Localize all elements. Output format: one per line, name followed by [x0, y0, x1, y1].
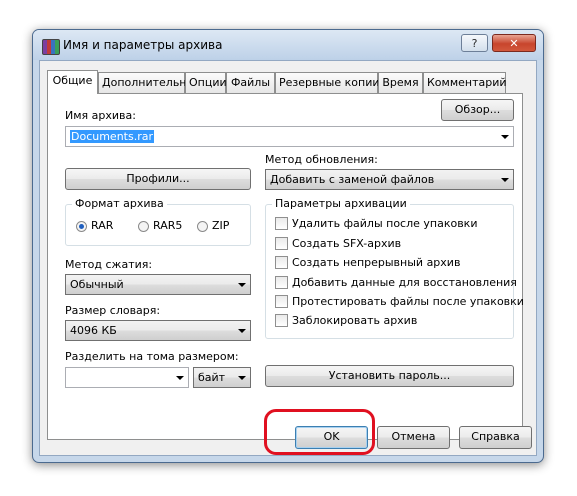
archive-format-title: Формат архива — [72, 197, 167, 210]
split-volumes-label: Разделить на тома размером: — [65, 350, 239, 363]
delete-files-checkbox[interactable] — [275, 217, 288, 230]
archive-name-field[interactable]: Documents.rar — [65, 126, 514, 147]
archive-name-value: Documents.rar — [70, 130, 155, 143]
chevron-down-icon — [238, 283, 246, 287]
split-unit-select[interactable]: байт — [193, 367, 251, 388]
browse-button[interactable]: Обзор... — [441, 99, 514, 121]
update-method-select[interactable]: Добавить с заменой файлов — [265, 169, 514, 190]
archiving-options-group: Параметры архивации Удалить файлы после … — [265, 197, 524, 339]
chevron-down-icon — [238, 376, 246, 380]
update-method-label: Метод обновления: — [265, 153, 378, 166]
chevron-down-icon — [238, 329, 246, 333]
recovery-record-label: Добавить данные для восстановления — [292, 276, 517, 289]
create-sfx-checkbox[interactable] — [275, 237, 288, 250]
dialog-client-area: Общие Дополнительно Опции Файлы Резервны… — [39, 60, 537, 456]
tab-advanced[interactable]: Дополнительно — [98, 72, 193, 93]
help-title-button[interactable]: ? — [461, 34, 488, 52]
archive-dialog-window: Имя и параметры архива ? ✕ Общие Дополни… — [32, 29, 544, 463]
tab-options[interactable]: Опции — [185, 72, 227, 93]
dictionary-size-select[interactable]: 4096 КБ — [65, 320, 251, 341]
format-zip-label: ZIP — [212, 219, 230, 232]
format-zip-radio[interactable] — [197, 221, 208, 232]
compression-method-value: Обычный — [70, 278, 124, 291]
split-unit-value: байт — [198, 371, 226, 384]
general-tab-panel: Имя архива: Обзор... Documents.rar Метод… — [47, 93, 524, 440]
archive-format-group: Формат архива RAR RAR5 ZIP — [65, 197, 251, 246]
format-rar-radio[interactable] — [76, 221, 87, 232]
winrar-app-icon — [42, 39, 60, 55]
cancel-button[interactable]: Отмена — [377, 426, 450, 449]
solid-archive-label: Создать непрерывный архив — [292, 256, 461, 269]
archive-name-label: Имя архива: — [65, 109, 136, 122]
chevron-down-icon — [176, 376, 184, 380]
split-size-input[interactable] — [65, 367, 189, 388]
tab-time[interactable]: Время — [378, 72, 423, 93]
dictionary-size-label: Размер словаря: — [65, 304, 161, 317]
help-button[interactable]: Справка — [459, 426, 532, 449]
chevron-down-icon — [501, 178, 509, 182]
update-method-value: Добавить с заменой файлов — [270, 173, 435, 186]
recovery-record-checkbox[interactable] — [275, 276, 288, 289]
ok-highlight-annotation — [264, 409, 375, 455]
delete-files-label: Удалить файлы после упаковки — [292, 217, 478, 230]
compression-method-select[interactable]: Обычный — [65, 274, 251, 295]
tab-general[interactable]: Общие — [47, 70, 98, 94]
window-title: Имя и параметры архива — [63, 38, 223, 52]
archiving-options-title: Параметры архивации — [272, 197, 410, 210]
compression-method-label: Метод сжатия: — [65, 258, 153, 271]
tab-backup[interactable]: Резервные копии — [275, 72, 380, 93]
create-sfx-label: Создать SFX-архив — [292, 237, 402, 250]
set-password-button[interactable]: Установить пароль... — [265, 365, 514, 387]
solid-archive-checkbox[interactable] — [275, 256, 288, 269]
lock-archive-label: Заблокировать архив — [292, 314, 418, 327]
tab-files[interactable]: Файлы — [226, 72, 275, 93]
tab-comment[interactable]: Комментарий — [423, 72, 507, 93]
test-files-checkbox[interactable] — [275, 295, 288, 308]
chevron-down-icon — [501, 135, 509, 139]
test-files-label: Протестировать файлы после упаковки — [292, 295, 524, 308]
format-rar5-radio[interactable] — [138, 221, 149, 232]
profiles-button[interactable]: Профили... — [65, 168, 251, 190]
close-button[interactable]: ✕ — [492, 34, 536, 52]
format-rar-label: RAR — [91, 219, 114, 232]
title-bar: Имя и параметры архива ? ✕ — [33, 30, 543, 60]
format-rar5-label: RAR5 — [153, 219, 183, 232]
lock-archive-checkbox[interactable] — [275, 314, 288, 327]
dictionary-size-value: 4096 КБ — [70, 324, 117, 337]
